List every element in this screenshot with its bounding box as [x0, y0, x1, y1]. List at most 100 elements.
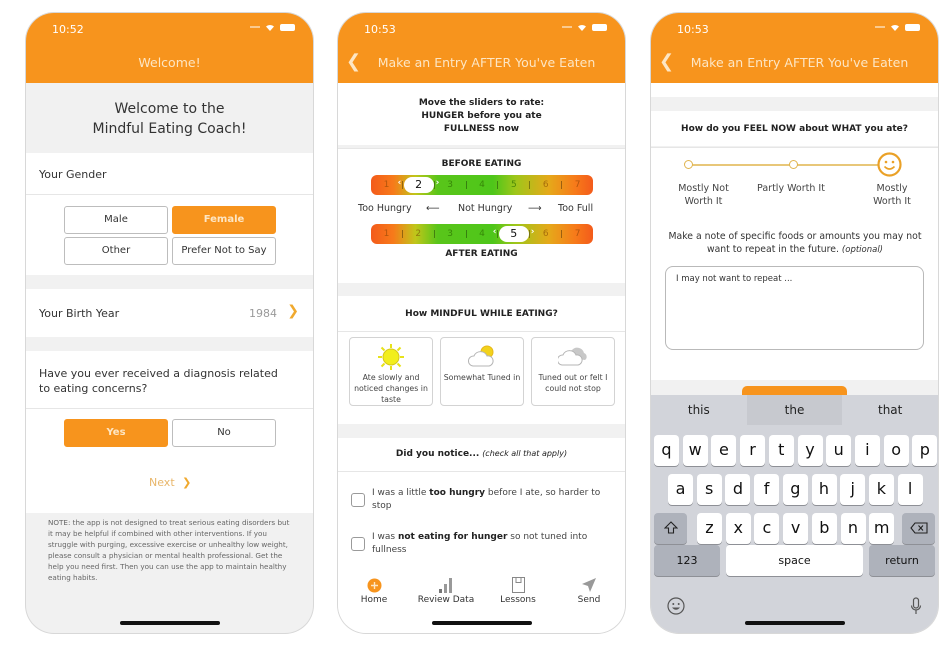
- slider-thumb[interactable]: 5: [498, 226, 529, 242]
- key-c[interactable]: c: [754, 513, 780, 544]
- gender-prefer-not-button[interactable]: Prefer Not to Say: [172, 237, 276, 265]
- tab-send[interactable]: Send: [553, 576, 625, 605]
- tab-home[interactable]: Home: [338, 576, 410, 605]
- key-q[interactable]: q: [654, 435, 679, 466]
- checkbox[interactable]: [351, 493, 365, 507]
- keyboard: this the that qwertyuiop asdfghjkl zxcvbnm…: [651, 395, 938, 633]
- partly-cloudy-icon: [467, 343, 497, 372]
- key-d[interactable]: d: [725, 474, 751, 505]
- note-textarea[interactable]: I may not want to repeat ...: [665, 266, 924, 350]
- gender-other-button[interactable]: Other: [64, 237, 168, 265]
- tab-lessons[interactable]: Lessons: [482, 576, 554, 605]
- key-u[interactable]: u: [826, 435, 852, 466]
- slider-tick-label[interactable]: 1: [371, 229, 402, 239]
- instruction-line: HUNGER before you ate: [421, 111, 542, 121]
- key-j[interactable]: j: [840, 474, 866, 505]
- key-h[interactable]: h: [811, 474, 837, 505]
- after-eating-slider[interactable]: 12345675‹›: [371, 224, 593, 244]
- slider-tick-label[interactable]: 3: [435, 180, 466, 190]
- gender-male-button[interactable]: Male: [64, 206, 168, 234]
- slider-tick-label[interactable]: 4: [467, 180, 498, 190]
- chevron-right-icon: ›: [435, 178, 440, 188]
- home-indicator: [431, 621, 532, 625]
- before-eating-slider[interactable]: 12345672‹›: [371, 175, 593, 195]
- status-time: 10:53: [364, 23, 396, 36]
- key-p[interactable]: p: [912, 435, 938, 466]
- key-o[interactable]: o: [883, 435, 909, 466]
- backspace-key[interactable]: [902, 513, 935, 544]
- key-k[interactable]: k: [868, 474, 894, 505]
- key-n[interactable]: n: [840, 513, 866, 544]
- key-g[interactable]: g: [782, 474, 808, 505]
- space-key[interactable]: space: [726, 545, 863, 576]
- slider-tick-label[interactable]: 3: [435, 229, 466, 239]
- key-y[interactable]: y: [797, 435, 823, 466]
- slider-tick-label[interactable]: 5: [498, 180, 529, 190]
- checklist-text: I was a little too hungry before I ate, …: [372, 488, 601, 511]
- key-e[interactable]: e: [711, 435, 737, 466]
- numbers-key[interactable]: 123: [654, 545, 720, 576]
- return-key[interactable]: return: [869, 545, 935, 576]
- next-label: Next: [149, 476, 175, 489]
- key-z[interactable]: z: [697, 513, 722, 544]
- divider: [26, 194, 313, 195]
- gender-label: Your Gender: [39, 168, 107, 181]
- notice-header: Did you notice... (check all that apply): [338, 449, 625, 459]
- key-f[interactable]: f: [754, 474, 780, 505]
- status-time: 10:53: [677, 23, 709, 36]
- cloud-icon: [556, 343, 588, 372]
- slider-tick-label[interactable]: 6: [530, 180, 561, 190]
- diagnosis-yes-button[interactable]: Yes: [64, 419, 168, 447]
- wifi-icon: [890, 23, 900, 31]
- suggestion[interactable]: the: [746, 395, 843, 425]
- wifi-icon: [577, 23, 587, 31]
- status-icons: [250, 23, 295, 31]
- nav-title: Make an Entry AFTER You've Eaten: [377, 55, 596, 70]
- key-s[interactable]: s: [696, 474, 722, 505]
- mindful-option-tuned-out[interactable]: Tuned out or felt I could not stop: [531, 337, 615, 406]
- checkbox[interactable]: [351, 537, 365, 551]
- slider-tick-label[interactable]: 6: [530, 229, 561, 239]
- instruction-line: Move the sliders to rate:: [418, 98, 545, 108]
- worth-option-partly-worth[interactable]: [789, 160, 798, 169]
- suggestion[interactable]: this: [651, 395, 747, 425]
- key-v[interactable]: v: [783, 513, 809, 544]
- mindful-option-slowly[interactable]: Ate slowly and noticed changes in taste: [349, 337, 433, 406]
- key-b[interactable]: b: [811, 513, 837, 544]
- diagnosis-no-button[interactable]: No: [172, 419, 276, 447]
- note-prompt: Make a note of specific foods or amounts…: [668, 231, 922, 255]
- suggestion[interactable]: that: [842, 395, 938, 425]
- slider-thumb[interactable]: 2: [403, 177, 434, 193]
- phone-welcome-screen: 10:52 Welcome! Welcome to the Mindful Ea…: [26, 13, 313, 633]
- gender-female-button[interactable]: Female: [172, 206, 276, 234]
- next-button[interactable]: Next ❯: [149, 476, 191, 489]
- status-icons: [562, 23, 607, 31]
- slider-tick-label[interactable]: 7: [562, 229, 593, 239]
- slider-tick-label[interactable]: 7: [562, 180, 593, 190]
- worth-option-not-worth[interactable]: [684, 160, 693, 169]
- microphone-icon[interactable]: [910, 597, 922, 619]
- diagnosis-question: Have you ever received a diagnosis relat…: [39, 367, 278, 395]
- key-a[interactable]: a: [668, 474, 693, 505]
- key-r[interactable]: r: [740, 435, 766, 466]
- key-i[interactable]: i: [854, 435, 880, 466]
- key-t[interactable]: t: [768, 435, 794, 466]
- mindful-header: How MINDFUL WHILE EATING?: [405, 309, 558, 319]
- tab-review-data[interactable]: Review Data: [410, 576, 482, 605]
- key-l[interactable]: l: [897, 474, 923, 505]
- shift-key[interactable]: [654, 513, 687, 544]
- worth-label: Mostly Not Worth It: [678, 183, 729, 207]
- home-indicator: [119, 621, 220, 625]
- battery-icon: [905, 23, 920, 31]
- slider-tick-label[interactable]: 2: [403, 229, 434, 239]
- key-m[interactable]: m: [869, 513, 895, 544]
- chevron-left-icon: ‹: [492, 227, 497, 237]
- emoji-icon[interactable]: [667, 597, 685, 619]
- key-w[interactable]: w: [682, 435, 708, 466]
- smiley-icon[interactable]: [877, 152, 902, 177]
- mindful-option-somewhat[interactable]: Somewhat Tuned in: [440, 337, 524, 406]
- key-x[interactable]: x: [725, 513, 751, 544]
- before-eating-title: BEFORE EATING: [441, 159, 522, 169]
- birth-year-row[interactable]: Your Birth Year 1984 ❯: [26, 289, 313, 337]
- status-time: 10:52: [52, 23, 84, 36]
